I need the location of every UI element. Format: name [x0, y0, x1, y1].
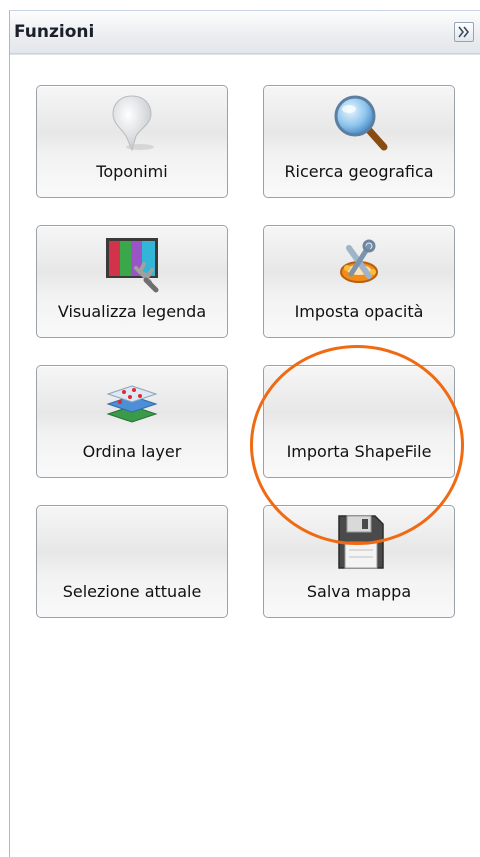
salva-mappa-button[interactable]: Salva mappa — [263, 505, 455, 618]
button-label: Imposta opacità — [294, 302, 424, 321]
ricerca-geografica-button[interactable]: Ricerca geografica — [263, 85, 455, 198]
collapse-panel-button[interactable] — [454, 22, 474, 42]
magnifier-icon — [327, 92, 391, 154]
panel-body: Toponimi Ricerca geografica Visualizza l… — [10, 54, 480, 857]
toponimi-button[interactable]: Toponimi — [36, 85, 228, 198]
button-label: Ricerca geografica — [284, 162, 434, 181]
button-label: Salva mappa — [306, 582, 412, 601]
functions-panel: Funzioni Toponimi Ricerca geografica Vis… — [9, 10, 480, 857]
button-label: Importa ShapeFile — [286, 442, 432, 461]
panel-header: Funzioni — [10, 11, 480, 54]
layer-stack-icon — [100, 372, 164, 434]
button-label: Visualizza legenda — [57, 302, 207, 321]
double-chevron-right-icon — [458, 26, 470, 38]
floppy-disk-icon — [327, 512, 391, 574]
map-pin-icon — [100, 92, 164, 154]
button-label: Ordina layer — [82, 442, 182, 461]
button-label: Selezione attuale — [62, 582, 202, 601]
visualizza-legenda-button[interactable]: Visualizza legenda — [36, 225, 228, 338]
legend-color-bars-icon — [100, 232, 164, 294]
ordina-layer-button[interactable]: Ordina layer — [36, 365, 228, 478]
selezione-attuale-button[interactable]: Selezione attuale — [36, 505, 228, 618]
button-label: Toponimi — [96, 162, 168, 181]
opacity-tools-icon — [327, 232, 391, 294]
imposta-opacita-button[interactable]: Imposta opacità — [263, 225, 455, 338]
panel-title: Funzioni — [14, 22, 95, 42]
importa-shapefile-button[interactable]: Importa ShapeFile — [263, 365, 455, 478]
